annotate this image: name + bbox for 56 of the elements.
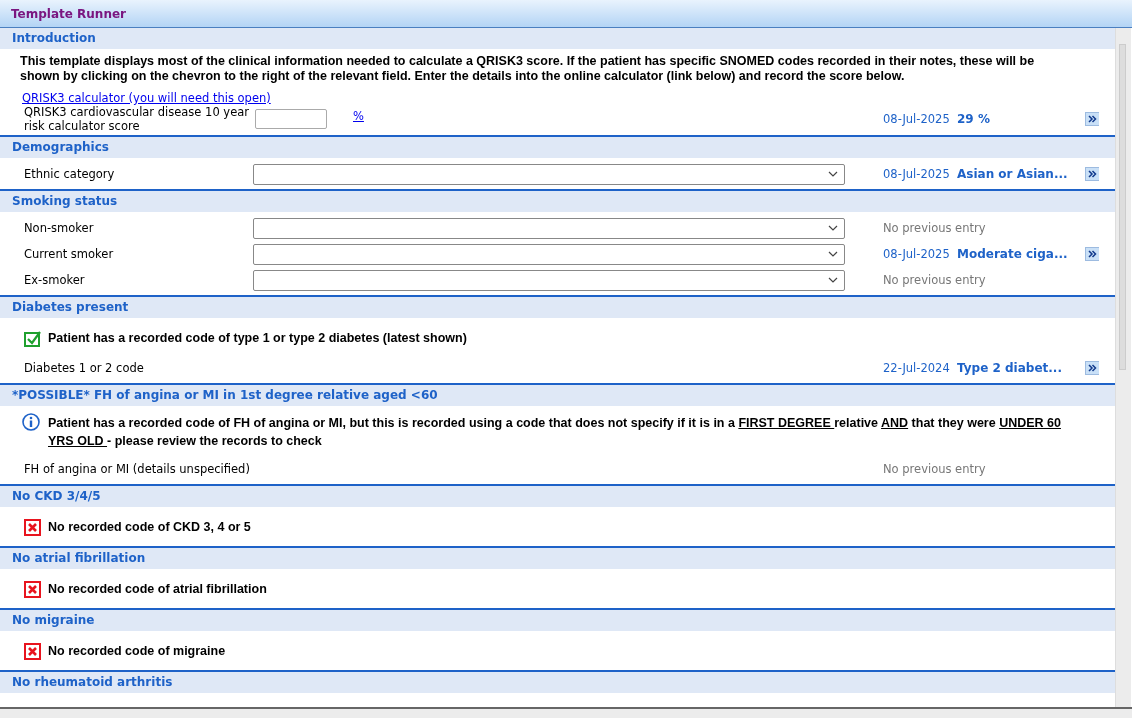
cross-icon [24, 643, 41, 660]
scrollbar[interactable] [1115, 28, 1131, 707]
intro-text: This template displays most of the clinical information needed to calculate a QRISK3 score. If the patient has specific SNOMED codes recorded in their notes, these will be shown by clicking on the chevron to the right of the relevant field. Enter the details into the online calculator (link below) and record the score below. [19, 53, 1036, 84]
field-label: Ethnic category [24, 167, 116, 181]
dropdown-field[interactable] [253, 163, 845, 185]
field-label: Ex-smoker [24, 273, 86, 287]
scrollbar-thumb[interactable] [1119, 44, 1126, 370]
caret-icon [828, 224, 838, 232]
entry-date: 08-Jul-2025 [883, 167, 951, 181]
caret-icon [828, 250, 838, 258]
previous-value: Moderate ciga... [957, 247, 1069, 261]
section-header: Diabetes present [0, 297, 1115, 318]
field-label: Non-smoker [24, 221, 95, 235]
cross-icon [24, 519, 41, 536]
dropdown-field[interactable] [253, 269, 845, 291]
entry-date: 22-Jul-2024 [883, 361, 951, 375]
info-icon [22, 413, 41, 432]
field-label: Diabetes 1 or 2 code [24, 361, 145, 375]
notice-text: No recorded code of atrial fibrillation [48, 581, 267, 598]
chevron-button[interactable] [1085, 361, 1099, 375]
previous-value: Asian or Asian... [957, 167, 1069, 181]
previous-value: Type 2 diabet... [957, 361, 1063, 375]
window-title: Template Runner [11, 6, 126, 21]
unit-link[interactable]: % [353, 109, 364, 123]
caret-icon [828, 170, 838, 178]
checkmark-icon [24, 330, 41, 347]
field-label: QRISK3 cardiovascular disease 10 year risk calculator score [24, 105, 251, 133]
notice-text: Patient has a recorded code of FH of angina or MI, but this is recorded using a code that does not specify if it is in a FIRST DEGREE relative AND that they were UNDER 60 YRS OLD - please review the records to check [48, 415, 1062, 450]
notice-text: Patient has a recorded code of type 1 or type 2 diabetes (latest shown) [48, 330, 467, 347]
chevron-button[interactable] [1085, 112, 1099, 126]
score-input[interactable] [255, 109, 327, 129]
dropdown-field[interactable] [253, 217, 845, 239]
calculator-link[interactable]: QRISK3 calculator (you will need this open) [22, 91, 271, 105]
section-header: *POSSIBLE* FH of angina or MI in 1st degree relative aged <60 [0, 385, 1115, 406]
section-header: No migraine [0, 610, 1115, 631]
notice-text: No recorded code of CKD 3, 4 or 5 [48, 519, 251, 536]
dropdown-field[interactable] [253, 243, 845, 265]
field-label: FH of angina or MI (details unspecified) [24, 462, 251, 476]
field-label: Current smoker [24, 247, 115, 261]
cross-icon [24, 581, 41, 598]
section-header: Smoking status [0, 191, 1115, 212]
no-entry-note: No previous entry [883, 273, 987, 287]
entry-date: 08-Jul-2025 [883, 112, 951, 126]
chevron-button[interactable] [1085, 247, 1099, 261]
section-header: No CKD 3/4/5 [0, 486, 1115, 507]
section-header: Demographics [0, 137, 1115, 158]
entry-date: 08-Jul-2025 [883, 247, 951, 261]
previous-value: 29 % [957, 112, 991, 126]
no-entry-note: No previous entry [883, 462, 987, 476]
chevron-button[interactable] [1085, 167, 1099, 181]
section-header: No rheumatoid arthritis [0, 672, 1115, 693]
notice-text: No recorded code of migraine [48, 643, 226, 660]
no-entry-note: No previous entry [883, 221, 987, 235]
section-header: Introduction [0, 28, 1115, 49]
caret-icon [828, 276, 838, 284]
section-header: No atrial fibrillation [0, 548, 1115, 569]
